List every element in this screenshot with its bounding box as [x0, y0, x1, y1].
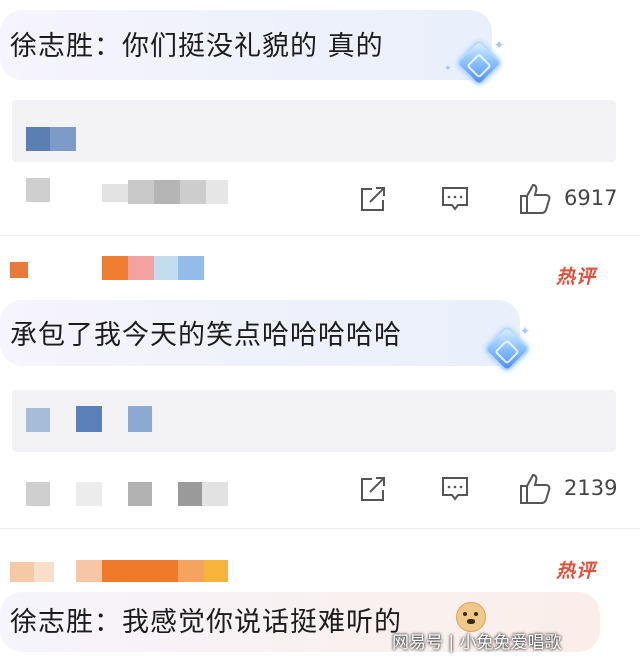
thumbs-up-icon[interactable] [518, 182, 552, 216]
comment-text-3: 徐志胜：我感觉你说话挺难听的 [10, 607, 402, 638]
sparkle-icon: ✦ [494, 38, 505, 52]
blurred-username [102, 256, 128, 280]
comment-icon[interactable] [440, 474, 470, 504]
share-icon[interactable] [358, 474, 388, 504]
blurred-avatar [128, 406, 152, 432]
blurred-avatar [34, 562, 54, 582]
blurred-username [178, 560, 204, 582]
comment-text-2: 承包了我今天的笑点哈哈哈哈哈 [10, 320, 402, 351]
blurred-username [154, 180, 180, 204]
blurred-username [102, 184, 128, 202]
divider [0, 235, 640, 236]
blurred-username [128, 180, 154, 204]
thumbs-up-icon[interactable] [518, 472, 552, 506]
blurred-username [26, 482, 50, 506]
blurred-username [202, 482, 228, 506]
reply-preview-box-1[interactable] [12, 100, 616, 162]
blurred-username [178, 256, 204, 280]
comment-icon[interactable] [440, 184, 470, 214]
blurred-username [206, 180, 228, 204]
share-icon[interactable] [358, 184, 388, 214]
blurred-avatar [10, 262, 28, 278]
reply-preview-box-2[interactable] [12, 390, 616, 452]
blurred-avatar [10, 562, 34, 582]
hot-comment-badge: 热评 [556, 560, 597, 582]
blurred-username [76, 482, 102, 506]
blurred-username [204, 560, 228, 582]
blurred-avatar [50, 127, 76, 151]
comment-text-1: 徐志胜：你们挺没礼貌的 真的 [10, 31, 384, 62]
blurred-username [26, 178, 50, 202]
blurred-username [154, 256, 178, 280]
watermark-text: 网易号 | 小兔兔爱唱歌 [392, 633, 562, 653]
blurred-avatar [26, 408, 50, 432]
like-count: 6917 [564, 186, 618, 210]
like-count: 2139 [564, 476, 618, 500]
sparkle-icon: ✦ [444, 64, 452, 74]
blurred-username [178, 482, 202, 506]
blurred-username [128, 256, 154, 280]
blurred-avatar [76, 406, 102, 432]
hot-comment-badge: 热评 [556, 266, 597, 288]
sparkle-icon: ✦ [520, 324, 531, 338]
divider [0, 528, 640, 529]
blurred-avatar [26, 127, 50, 151]
blurred-username [180, 180, 206, 204]
blurred-username [76, 560, 102, 582]
blurred-username [102, 560, 178, 582]
blurred-username [128, 482, 152, 506]
